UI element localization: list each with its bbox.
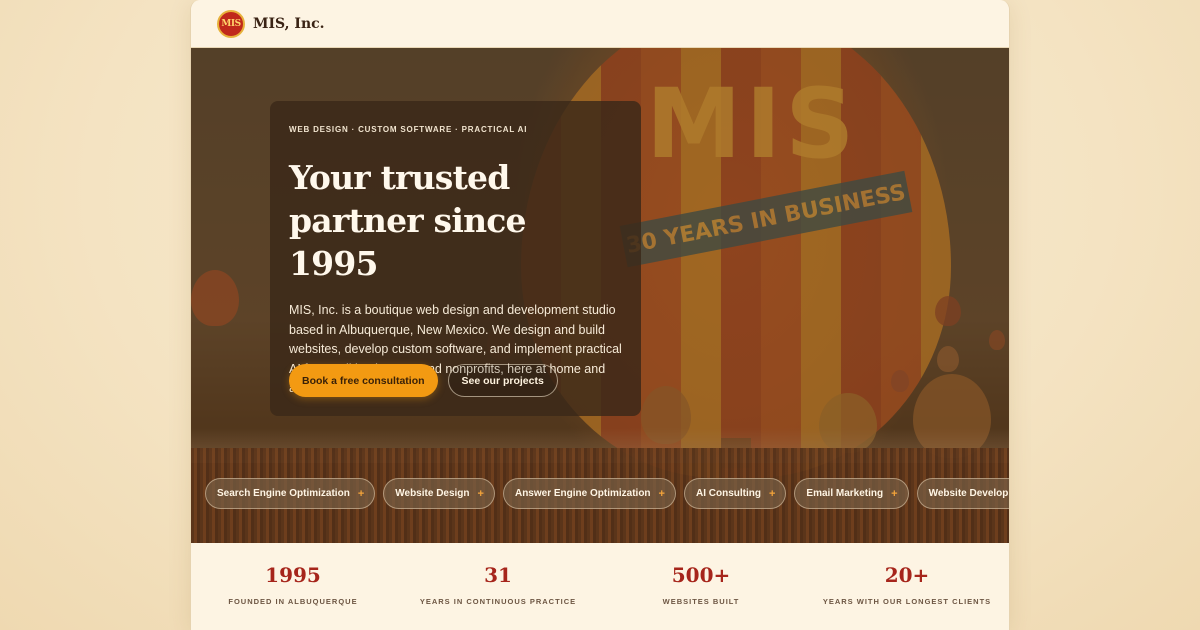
- hero-eyebrow: WEB DESIGN · CUSTOM SOFTWARE · PRACTICAL…: [289, 125, 528, 134]
- chip-label: Email Marketing: [806, 488, 884, 499]
- stat-label: FOUNDED IN ALBUQUERQUE: [228, 597, 358, 606]
- stat-value: 20+: [884, 563, 930, 587]
- service-chip-seo[interactable]: Search Engine Optimization +: [205, 478, 376, 509]
- cta-row: Book a free consultation See our project…: [289, 364, 558, 397]
- logo-text: MIS: [221, 18, 241, 29]
- stat-label: YEARS WITH OUR LONGEST CLIENTS: [822, 597, 992, 606]
- service-chip-ai-consulting[interactable]: AI Consulting +: [683, 478, 787, 509]
- stat-years-practice: 31 YEARS IN CONTINUOUS PRACTICE: [398, 563, 598, 606]
- service-chip-email-marketing[interactable]: Email Marketing +: [794, 478, 909, 509]
- services-chips: Search Engine Optimization + Website Des…: [205, 478, 1009, 510]
- hero-card: WEB DESIGN · CUSTOM SOFTWARE · PRACTICAL…: [270, 101, 641, 416]
- service-chip-aeo[interactable]: Answer Engine Optimization +: [502, 478, 676, 509]
- brand-name[interactable]: MIS, Inc.: [253, 16, 325, 32]
- chip-label: AI Consulting: [695, 488, 761, 499]
- site-header: MIS MIS, Inc.: [191, 0, 1009, 48]
- chip-label: Answer Engine Optimization: [514, 488, 651, 499]
- book-consultation-button[interactable]: Book a free consultation: [289, 364, 438, 397]
- stats-section: 1995 FOUNDED IN ALBUQUERQUE 31 YEARS IN …: [191, 543, 1009, 630]
- see-projects-button[interactable]: See our projects: [447, 364, 558, 397]
- stat-longest-clients: 20+ YEARS WITH OUR LONGEST CLIENTS: [807, 563, 1007, 606]
- stat-value: 1995: [265, 563, 321, 587]
- stat-founded: 1995 FOUNDED IN ALBUQUERQUE: [193, 563, 393, 606]
- stat-label: YEARS IN CONTINUOUS PRACTICE: [419, 597, 577, 606]
- plus-icon: +: [477, 487, 484, 500]
- stat-websites-built: 500+ WEBSITES BUILT: [601, 563, 801, 606]
- plus-icon: +: [658, 487, 665, 500]
- stat-value: 31: [484, 563, 512, 587]
- plus-icon: +: [357, 487, 365, 500]
- logo-icon[interactable]: MIS: [217, 9, 245, 38]
- stat-value: 500+: [671, 563, 731, 587]
- service-chip-website-design[interactable]: Website Design +: [383, 478, 495, 509]
- plus-icon: +: [768, 487, 776, 500]
- chip-label: Website Design: [395, 488, 470, 499]
- chip-label: Website Development: [928, 488, 1009, 499]
- chip-label: Search Engine Optimization: [217, 488, 350, 499]
- stat-label: WEBSITES BUILT: [662, 597, 740, 606]
- hero-headline: Your trusted partner since 1995: [289, 158, 527, 283]
- hero-section: MIS 30 YEARS IN BUSINESS WEB DESIGN · CU…: [191, 48, 1009, 543]
- browser-frame: MIS MIS, Inc. MIS 30 YEARS IN BUSINESS W…: [190, 0, 1010, 630]
- service-chip-website-development[interactable]: Website Development +: [916, 478, 1009, 509]
- plus-icon: +: [891, 487, 898, 500]
